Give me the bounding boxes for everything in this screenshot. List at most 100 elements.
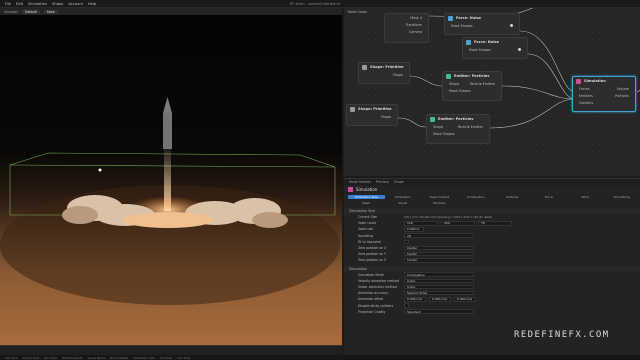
node-header: Simulation — [573, 77, 635, 85]
property-label: Velocity advection method — [358, 278, 400, 283]
3d-viewport[interactable] — [0, 15, 342, 345]
tab-smoothing[interactable]: Smoothing — [604, 195, 640, 199]
scalar-advection-dropdown[interactable]: Cubic — [404, 284, 474, 290]
output-label: Particles — [615, 93, 629, 98]
save-button[interactable]: Save — [43, 9, 58, 14]
projection-quality-dropdown[interactable]: Standard — [404, 309, 474, 314]
current-size-value: 128 x 172 x 56 with Grid Upscaling = 102… — [404, 215, 493, 219]
tab-wind[interactable]: Wind — [567, 195, 604, 199]
force-noise-node-1[interactable]: Force: Noise Mask Shapes — [444, 13, 520, 35]
voxel-size-field[interactable]: 0.000 m — [404, 227, 424, 232]
menu-shape[interactable]: Shape — [52, 2, 63, 6]
node-header: Force: Noise — [463, 38, 527, 46]
node-port-row: Transform — [385, 21, 428, 28]
port-label: Forces — [579, 86, 590, 91]
sticky-colliders-checkbox[interactable] — [404, 303, 409, 308]
velocity-advection-dropdown[interactable]: Cubic — [404, 278, 474, 284]
port-label: Mask Shapes — [433, 131, 455, 136]
camera-node[interactable]: Mask 4 Transform Camera — [384, 13, 429, 43]
port-label: Colliders — [579, 100, 594, 105]
tab-mesh[interactable]: Mesh — [348, 201, 385, 205]
timeline-bar[interactable] — [0, 345, 342, 355]
viewport-scene — [0, 97, 340, 305]
fit-upscaled-checkbox[interactable] — [404, 239, 409, 245]
menu-bar: File Edit Simulation Shape Account Help … — [0, 0, 640, 8]
advection-accuracy-dropdown[interactable]: Second Order — [404, 290, 474, 296]
tab-force[interactable]: Force — [531, 195, 568, 199]
menu-simulation[interactable]: Simulation — [28, 2, 47, 6]
menu-file[interactable]: File — [5, 2, 11, 6]
property-label: Projection Quality — [358, 309, 386, 314]
tab-combustion[interactable]: Combustion — [458, 195, 495, 199]
zero-x-dropdown[interactable]: Center — [404, 245, 474, 251]
node-port-row: Emitters Particles — [573, 92, 635, 99]
status-item: Total Elements — [62, 355, 83, 360]
node-header: Emitter: Particles — [427, 115, 489, 123]
rocket-body — [163, 113, 172, 149]
output-label: Volume — [616, 86, 629, 91]
node-header: Shape: Primitive — [359, 63, 409, 71]
shape-primitive-node-1[interactable]: Shape: Primitive Shape — [358, 62, 410, 84]
status-item: Scene Name — [87, 355, 106, 360]
property-row: Projection Quality Standard — [344, 309, 640, 315]
simulation-icon — [348, 187, 353, 192]
status-item: Node Details — [110, 355, 129, 360]
force-icon — [448, 15, 453, 21]
tab-preview[interactable]: Preview — [376, 180, 389, 184]
cursor-icon — [98, 168, 102, 172]
node-port-row: Mask Shapes — [443, 87, 501, 94]
rocket-nose — [163, 97, 172, 113]
property-label: Scalar advection method — [358, 284, 397, 289]
node-header: Emitter: Particles — [443, 72, 501, 80]
node-title: Shape: Primitive — [370, 65, 404, 69]
advection-offset-x[interactable]: 0.000 m/s — [404, 297, 426, 302]
sim-mode-dropdown[interactable]: Combustion — [404, 272, 474, 277]
menu-account[interactable]: Account — [68, 2, 83, 6]
output-port[interactable] — [510, 24, 513, 27]
node-title: Force: Noise — [474, 40, 500, 44]
status-item: Grid Size — [5, 355, 18, 360]
tab-node-details[interactable]: Node Details — [349, 180, 371, 184]
voxel-count-x[interactable]: 128 — [404, 221, 438, 226]
advection-offset-y[interactable]: 0.000 m/s — [429, 297, 451, 302]
output-label: Particle Emitter — [469, 81, 495, 86]
status-item: Simulation Size — [133, 355, 155, 360]
tab-simulation[interactable]: Simulation — [385, 195, 422, 199]
node-graph[interactable]: Node Graph Mask 4 Transform Camera Force… — [344, 8, 640, 176]
advection-offset-z[interactable]: 0.000 m/s — [454, 297, 476, 302]
tab-particles[interactable]: Particles — [421, 201, 458, 205]
force-noise-node-2[interactable]: Force: Noise Mask Shapes — [462, 37, 528, 59]
menu-edit[interactable]: Edit — [16, 2, 23, 6]
node-port-row: Shape — [347, 113, 397, 120]
emitter-particles-node-2[interactable]: Emitter: Particles Shape Particle Emitter… — [426, 114, 490, 144]
tab-graph[interactable]: Graph — [394, 180, 404, 184]
node-title: Emitter: Particles — [438, 117, 474, 121]
output-port[interactable] — [518, 48, 521, 51]
property-label: Advection offset — [358, 297, 384, 302]
node-title: Force: Noise — [456, 16, 482, 20]
tab-visual[interactable]: Visual — [385, 201, 422, 205]
watermark-text: REDEFINEFX.COM — [514, 330, 610, 340]
output-label: Particle Emitter — [457, 124, 483, 129]
panel-title-text: Simulation — [356, 187, 378, 192]
property-label: Simulation Mode — [358, 272, 384, 277]
zero-y-dropdown[interactable]: Center — [404, 251, 474, 257]
simulation-node[interactable]: Simulation Forces Volume Emitters Particle… — [572, 76, 636, 112]
node-header: Force: Noise — [445, 14, 519, 22]
menu-help[interactable]: Help — [88, 2, 96, 6]
zero-z-dropdown[interactable]: Center — [404, 258, 474, 263]
mode-dropdown[interactable]: Default — [22, 9, 40, 14]
tab-view-content[interactable]: View Content — [421, 195, 458, 199]
tab-vorticity[interactable]: Vorticity — [494, 195, 531, 199]
node-header: Shape: Primitive — [347, 105, 397, 113]
tab-simulation-size[interactable]: Simulation Size — [348, 195, 385, 199]
node-port-row: Mask Shapes — [445, 22, 519, 29]
voxel-count-z[interactable]: 78 — [478, 221, 512, 226]
voxel-count-y[interactable]: 400 — [441, 221, 475, 226]
port-label: Shape — [449, 81, 460, 86]
upscaling-dropdown[interactable]: x8 — [404, 233, 474, 238]
status-item: Sim Time — [44, 355, 58, 360]
shape-icon — [362, 64, 367, 70]
shape-primitive-node-2[interactable]: Shape: Primitive Shape — [346, 104, 398, 126]
emitter-particles-node-1[interactable]: Emitter: Particles Shape Particle Emitter… — [442, 71, 502, 101]
